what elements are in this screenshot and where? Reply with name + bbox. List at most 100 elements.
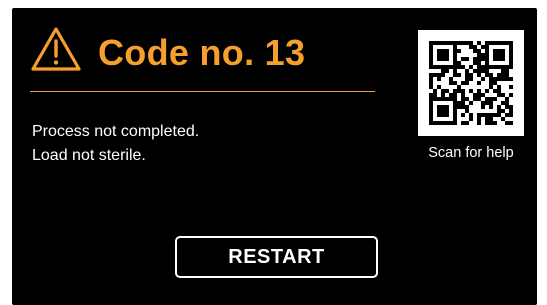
qr-module bbox=[453, 93, 457, 97]
qr-module bbox=[433, 97, 437, 101]
qr-module bbox=[445, 69, 449, 73]
error-message-line-2: Load not sterile. bbox=[32, 147, 146, 164]
qr-module bbox=[453, 69, 457, 73]
qr-module bbox=[465, 77, 469, 81]
qr-module bbox=[441, 41, 445, 45]
qr-module bbox=[509, 105, 513, 109]
qr-module bbox=[497, 73, 501, 77]
qr-module bbox=[437, 57, 441, 61]
qr-module bbox=[497, 93, 501, 97]
qr-module bbox=[509, 93, 513, 97]
qr-module bbox=[473, 45, 477, 49]
qr-module bbox=[437, 65, 441, 69]
qr-module bbox=[461, 41, 465, 45]
qr-module bbox=[441, 49, 445, 53]
qr-module bbox=[493, 49, 497, 53]
qr-module bbox=[485, 97, 489, 101]
qr-module bbox=[441, 69, 445, 73]
qr-module bbox=[437, 109, 441, 113]
qr-module bbox=[465, 105, 469, 109]
qr-module bbox=[429, 105, 433, 109]
qr-module bbox=[493, 53, 497, 57]
qr-module bbox=[453, 109, 457, 113]
qr-module bbox=[477, 97, 481, 101]
qr-module bbox=[473, 49, 477, 53]
qr-module bbox=[493, 41, 497, 45]
qr-module bbox=[485, 61, 489, 65]
qr-module bbox=[461, 89, 465, 93]
qr-module bbox=[501, 109, 505, 113]
qr-module bbox=[461, 97, 465, 101]
qr-module bbox=[465, 41, 469, 45]
qr-module bbox=[505, 73, 509, 77]
qr-module bbox=[441, 121, 445, 125]
qr-module bbox=[485, 73, 489, 77]
qr-module bbox=[493, 81, 497, 85]
qr-module bbox=[493, 97, 497, 101]
qr-module bbox=[445, 57, 449, 61]
qr-module bbox=[485, 65, 489, 69]
qr-module bbox=[457, 85, 461, 89]
qr-module bbox=[509, 77, 513, 81]
qr-module bbox=[497, 41, 501, 45]
qr-module bbox=[433, 65, 437, 69]
qr-module bbox=[469, 65, 473, 69]
qr-module bbox=[433, 89, 437, 93]
qr-module bbox=[477, 93, 481, 97]
qr-module bbox=[441, 97, 445, 101]
qr-module bbox=[481, 101, 485, 105]
qr-module bbox=[453, 89, 457, 93]
qr-module bbox=[449, 121, 453, 125]
qr-module bbox=[477, 121, 481, 125]
qr-module bbox=[449, 77, 453, 81]
qr-module bbox=[497, 105, 501, 109]
qr-module bbox=[485, 101, 489, 105]
qr-module bbox=[429, 45, 433, 49]
qr-module bbox=[477, 113, 481, 117]
qr-module bbox=[501, 73, 505, 77]
qr-module bbox=[477, 69, 481, 73]
qr-module bbox=[477, 81, 481, 85]
qr-module bbox=[497, 113, 501, 117]
qr-module bbox=[449, 41, 453, 45]
qr-module bbox=[461, 101, 465, 105]
qr-module bbox=[429, 57, 433, 61]
qr-module bbox=[465, 81, 469, 85]
qr-module bbox=[509, 53, 513, 57]
qr-module bbox=[445, 53, 449, 57]
qr-module bbox=[501, 65, 505, 69]
qr-module bbox=[501, 101, 505, 105]
qr-module bbox=[465, 57, 469, 61]
restart-button[interactable]: RESTART bbox=[175, 236, 378, 278]
qr-module bbox=[437, 73, 441, 77]
qr-module bbox=[441, 53, 445, 57]
qr-module bbox=[445, 109, 449, 113]
error-screen: Code no. 13 Process not completed. Load … bbox=[12, 8, 537, 305]
qr-module bbox=[453, 113, 457, 117]
qr-module bbox=[429, 49, 433, 53]
qr-module bbox=[497, 49, 501, 53]
qr-module bbox=[461, 65, 465, 69]
qr-module bbox=[461, 93, 465, 97]
qr-module bbox=[449, 65, 453, 69]
qr-module bbox=[429, 121, 433, 125]
qr-module bbox=[485, 89, 489, 93]
qr-module bbox=[457, 49, 461, 53]
qr-module bbox=[509, 57, 513, 61]
qr-module bbox=[489, 73, 493, 77]
qr-module bbox=[441, 89, 445, 93]
qr-module bbox=[489, 113, 493, 117]
qr-module bbox=[481, 93, 485, 97]
warning-triangle-icon bbox=[31, 27, 81, 71]
qr-module bbox=[493, 89, 497, 93]
qr-module bbox=[457, 105, 461, 109]
qr-module bbox=[505, 65, 509, 69]
qr-module bbox=[433, 93, 437, 97]
qr-module bbox=[429, 81, 433, 85]
qr-module bbox=[497, 109, 501, 113]
qr-module bbox=[469, 89, 473, 93]
qr-module bbox=[437, 113, 441, 117]
title-divider bbox=[30, 91, 375, 92]
qr-module bbox=[449, 93, 453, 97]
qr-module bbox=[485, 49, 489, 53]
